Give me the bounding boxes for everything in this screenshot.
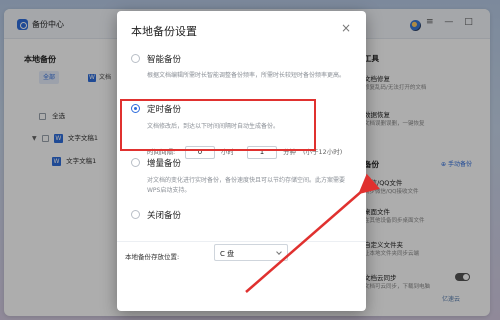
annotation-arrow <box>245 173 380 293</box>
arrow-line <box>245 173 380 293</box>
